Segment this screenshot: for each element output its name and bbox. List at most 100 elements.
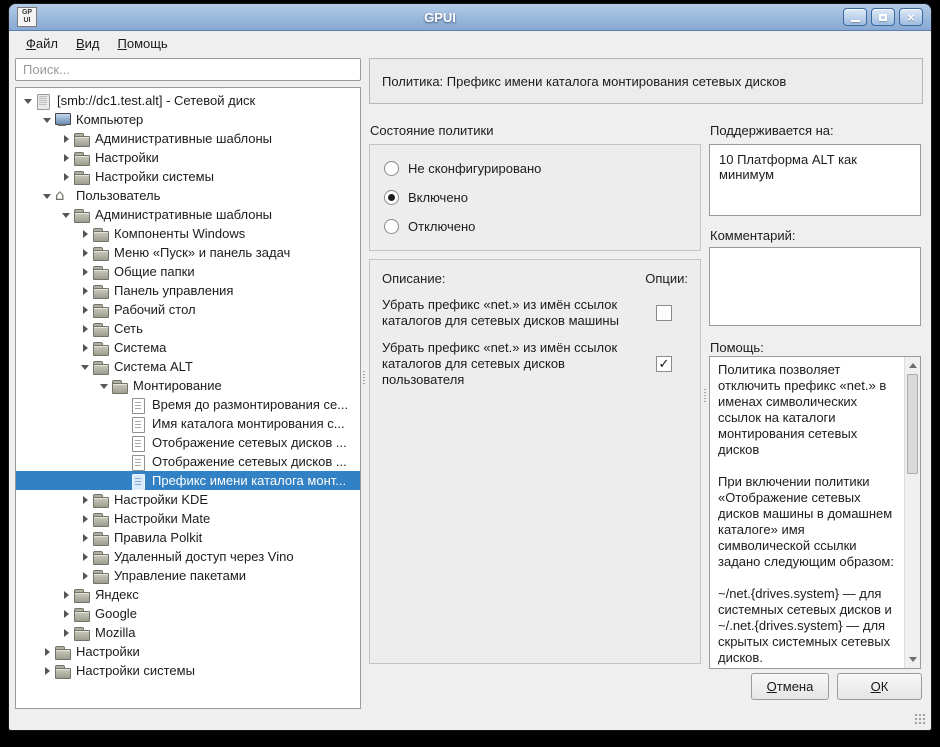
expander-open-icon[interactable] (79, 361, 92, 372)
splitter-handle-left[interactable] (363, 371, 365, 385)
expander-closed-icon[interactable] (79, 570, 92, 581)
tree-item[interactable]: Правила Polkit (16, 528, 360, 547)
expander-closed-icon[interactable] (79, 551, 92, 562)
tree-item[interactable]: Настройки системы (16, 661, 360, 680)
expander-closed-icon[interactable] (79, 228, 92, 239)
close-button[interactable]: × (899, 8, 923, 26)
tree-item[interactable]: Настройки (16, 642, 360, 661)
tree-item[interactable]: Время до размонтирования се... (16, 395, 360, 414)
expander-open-icon[interactable] (41, 190, 54, 201)
expander-closed-icon[interactable] (79, 247, 92, 258)
tree-item[interactable]: Компоненты Windows (16, 224, 360, 243)
tree-item[interactable]: Настройки KDE (16, 490, 360, 509)
tree-item[interactable]: Mozilla (16, 623, 360, 642)
tree-item-label: Имя каталога монтирования с... (152, 416, 345, 431)
expander-closed-icon[interactable] (60, 152, 73, 163)
checkbox-unchecked[interactable] (656, 305, 672, 321)
expander-closed-icon[interactable] (41, 665, 54, 676)
radio-option[interactable]: Включено (384, 187, 686, 207)
expander-closed-icon[interactable] (60, 133, 73, 144)
expander-closed-icon[interactable] (60, 627, 73, 638)
folder-icon (92, 283, 110, 299)
tree-item[interactable]: Настройки (16, 148, 360, 167)
tree-item[interactable]: Google (16, 604, 360, 623)
folder-icon (92, 226, 110, 242)
tree-item[interactable]: [smb://dc1.test.alt] - Сетевой диск (16, 91, 360, 110)
tree-item[interactable]: Общие папки (16, 262, 360, 281)
tree-item[interactable]: Яндекс (16, 585, 360, 604)
folder-icon (92, 340, 110, 356)
expander-closed-icon[interactable] (79, 532, 92, 543)
tree-item[interactable]: Монтирование (16, 376, 360, 395)
expander-closed-icon[interactable] (79, 323, 92, 334)
scroll-down-icon[interactable] (905, 652, 920, 667)
tree-item-label: Время до размонтирования се... (152, 397, 348, 412)
radio-icon[interactable] (384, 161, 399, 176)
expander-open-icon[interactable] (41, 114, 54, 125)
menu-item[interactable]: Вид (67, 33, 109, 54)
tree-item-label: Настройки KDE (114, 492, 208, 507)
radio-option[interactable]: Отключено (384, 216, 686, 236)
expander-closed-icon[interactable] (79, 285, 92, 296)
comment-box[interactable] (709, 247, 921, 326)
radio-selected-icon[interactable] (384, 190, 399, 205)
scroll-up-icon[interactable] (905, 358, 920, 373)
options-rows: Убрать префикс «net.» из имён ссылок кат… (382, 297, 688, 388)
tree-item[interactable]: Компьютер (16, 110, 360, 129)
cancel-button[interactable]: Отмена (751, 673, 829, 700)
app-icon: GP UI (17, 7, 37, 27)
expander-open-icon[interactable] (60, 209, 73, 220)
tree-item[interactable]: Отображение сетевых дисков ... (16, 433, 360, 452)
expander-closed-icon[interactable] (79, 513, 92, 524)
tree-item[interactable]: Настройки системы (16, 167, 360, 186)
search-input[interactable] (15, 58, 361, 81)
expander-closed-icon[interactable] (79, 342, 92, 353)
tree-item[interactable]: Префикс имени каталога монт... (16, 471, 360, 490)
maximize-button[interactable] (871, 8, 895, 26)
tree-item[interactable]: Сеть (16, 319, 360, 338)
tree-item[interactable]: Удаленный доступ через Vino (16, 547, 360, 566)
menu-item[interactable]: Файл (17, 33, 67, 54)
checkbox-checked[interactable] (656, 356, 672, 372)
home-icon (54, 188, 72, 204)
expander-closed-icon[interactable] (60, 608, 73, 619)
expander-closed-icon[interactable] (79, 266, 92, 277)
tree-item[interactable]: Панель управления (16, 281, 360, 300)
menu-item[interactable]: Помощь (109, 33, 177, 54)
tree-item[interactable]: Рабочий стол (16, 300, 360, 319)
tree-panel[interactable]: [smb://dc1.test.alt] - Сетевой дискКомпь… (15, 87, 361, 709)
expander-closed-icon[interactable] (60, 171, 73, 182)
cancel-button-label: Отмена (767, 679, 814, 694)
help-paragraph: При включении политики «Отображение сете… (718, 474, 898, 570)
tree-item[interactable]: Меню «Пуск» и панель задач (16, 243, 360, 262)
expander-closed-icon[interactable] (79, 304, 92, 315)
splitter-handle-right[interactable] (704, 389, 706, 403)
tree-item-label: Сеть (114, 321, 143, 336)
resize-grip[interactable] (914, 713, 925, 724)
radio-icon[interactable] (384, 219, 399, 234)
title-bar[interactable]: GP UI GPUI × (9, 4, 931, 31)
tree-item[interactable]: Административные шаблоны (16, 205, 360, 224)
expander-closed-icon[interactable] (60, 589, 73, 600)
expander-open-icon[interactable] (22, 95, 35, 106)
tree-item[interactable]: Имя каталога монтирования с... (16, 414, 360, 433)
help-scrollbar[interactable] (904, 357, 920, 668)
folder-icon (92, 264, 110, 280)
minimize-button[interactable] (843, 8, 867, 26)
tree-item-label: Google (95, 606, 137, 621)
ok-button[interactable]: ОК (837, 673, 922, 700)
radio-option[interactable]: Не сконфигурировано (384, 158, 686, 178)
tree-item[interactable]: Административные шаблоны (16, 129, 360, 148)
expander-open-icon[interactable] (98, 380, 111, 391)
tree-item[interactable]: Отображение сетевых дисков ... (16, 452, 360, 471)
tree-item[interactable]: Система (16, 338, 360, 357)
expander-closed-icon[interactable] (79, 494, 92, 505)
folder-icon (92, 568, 110, 584)
tree-item[interactable]: Система ALT (16, 357, 360, 376)
close-icon: × (907, 11, 915, 24)
tree-item[interactable]: Пользователь (16, 186, 360, 205)
tree-item[interactable]: Настройки Mate (16, 509, 360, 528)
tree-item[interactable]: Управление пакетами (16, 566, 360, 585)
scrollbar-thumb[interactable] (907, 374, 918, 474)
expander-closed-icon[interactable] (41, 646, 54, 657)
